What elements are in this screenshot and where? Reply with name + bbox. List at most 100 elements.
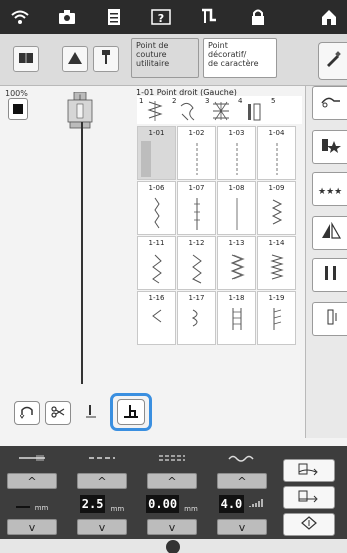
book-icon — [18, 50, 34, 69]
stitch-header-row: 1 2 3 4 5 — [137, 96, 302, 124]
category-bar: Point de couture utilitaire Point décora… — [0, 34, 347, 86]
tension-value: 0.00 mm — [146, 495, 198, 513]
width-setting: ^ mm v — [0, 446, 64, 539]
length-down-button[interactable]: v — [77, 519, 127, 535]
svg-text:?: ? — [158, 12, 164, 25]
needle-button[interactable] — [93, 46, 119, 72]
scissors-icon — [51, 405, 65, 422]
stitch-cell-1-13[interactable]: 1-13 — [217, 236, 256, 290]
thread-tension-icon — [210, 450, 274, 466]
reverse-icon — [19, 405, 34, 422]
width-value: mm — [0, 493, 64, 515]
width-up-button[interactable]: ^ — [7, 473, 57, 489]
dual-feed-icon — [296, 488, 322, 507]
reverse-button[interactable] — [14, 401, 40, 425]
zoom-level: 100% — [5, 89, 28, 98]
mirror-button[interactable] — [312, 216, 347, 250]
triangle-button[interactable] — [62, 46, 88, 72]
stars-icon: ★★★ — [318, 180, 344, 199]
home-circle-button[interactable] — [166, 540, 180, 553]
header-stitch-5[interactable]: 5 — [269, 96, 302, 124]
stitch-cell-1-09[interactable]: 1-09 — [257, 181, 296, 235]
stitch-preview-line — [81, 122, 83, 384]
stitch-cell-1-03[interactable]: 1-03 — [217, 126, 256, 180]
foot-pressure-button[interactable] — [283, 459, 335, 482]
stitch-cell-1-16[interactable]: 1-16 — [137, 291, 176, 345]
stars-button[interactable]: ★★★ — [312, 172, 347, 206]
stitch-cell-1-18[interactable]: 1-18 — [217, 291, 256, 345]
tension-down-button[interactable]: v — [147, 519, 197, 535]
needle-position-icon — [84, 404, 98, 423]
edit-button[interactable] — [318, 42, 347, 80]
tension-up-button[interactable]: ^ — [147, 473, 197, 489]
stitch-cell-1-02[interactable]: 1-02 — [177, 126, 216, 180]
stop-button[interactable] — [8, 98, 28, 120]
thread-tension-down-button[interactable]: v — [217, 519, 267, 535]
header-stitch-3[interactable]: 3 — [203, 96, 236, 124]
stitch-settings-panel: ^ mm v ^ 2.5 mm v ^ 0.00 mm v ^ 4.0 v — [0, 446, 347, 539]
svg-text:★★★: ★★★ — [318, 187, 342, 195]
favorite-button[interactable] — [312, 130, 347, 164]
header-stitch-2[interactable]: 2 — [170, 96, 203, 124]
favorite-icon — [320, 137, 342, 157]
highlight-ring — [110, 393, 152, 431]
reset-icon — [301, 515, 317, 534]
home-icon[interactable] — [318, 7, 340, 27]
tension-level-icon — [249, 493, 265, 512]
thread-icon[interactable] — [198, 7, 220, 27]
presser-foot-icon: J — [62, 91, 98, 132]
width-icon — [0, 450, 64, 466]
tab-utility-stitch[interactable]: Point de couture utilitaire — [131, 38, 199, 78]
needle-position-button[interactable] — [80, 401, 102, 425]
dual-feed-button[interactable] — [283, 486, 335, 509]
thread-cut-icon — [320, 93, 342, 113]
thread-tension-setting: ^ 4.0 v — [210, 446, 274, 539]
length-setting: ^ 2.5 mm v — [70, 446, 134, 539]
document-icon[interactable] — [103, 7, 125, 27]
tension-icon — [140, 450, 204, 466]
book-button[interactable] — [13, 46, 39, 72]
help-icon[interactable]: ? — [150, 7, 172, 27]
status-bar: ? — [0, 0, 347, 34]
mirror-icon — [320, 221, 342, 244]
stitch-cell-1-08[interactable]: 1-08 — [217, 181, 256, 235]
stitch-cell-1-14[interactable]: 1-14 — [257, 236, 296, 290]
width-down-button[interactable]: v — [7, 519, 57, 535]
sewing-machine-screen: ? Point de couture utilitaire Point déco… — [0, 0, 347, 553]
needle-icon — [98, 49, 114, 69]
triangle-icon — [67, 50, 83, 69]
elongation-button[interactable] — [312, 302, 347, 336]
stitch-cell-1-11[interactable]: 1-11 — [137, 236, 176, 290]
stitch-cell-1-04[interactable]: 1-04 — [257, 126, 296, 180]
right-side-panel: ★★★ — [305, 86, 347, 438]
length-value: 2.5 mm — [79, 495, 125, 513]
edit-icon — [324, 50, 342, 72]
length-up-button[interactable]: ^ — [77, 473, 127, 489]
twin-needle-button[interactable] — [312, 258, 347, 292]
stop-icon — [13, 104, 23, 114]
lock-icon[interactable] — [247, 7, 269, 27]
stitch-cell-1-17[interactable]: 1-17 — [177, 291, 216, 345]
elongation-icon — [320, 308, 342, 330]
stitch-cell-1-01[interactable]: 1-01 — [137, 126, 176, 180]
stitch-cell-1-12[interactable]: 1-12 — [177, 236, 216, 290]
thread-cut-button[interactable] — [312, 86, 347, 120]
wifi-icon[interactable] — [9, 7, 31, 27]
scissors-button[interactable] — [45, 401, 71, 425]
tab-decorative-stitch[interactable]: Point décoratif/ de caractère — [203, 38, 277, 78]
stitch-cell-1-07[interactable]: 1-07 — [177, 181, 216, 235]
tab-decorative-label: Point décoratif/ de caractère — [208, 41, 259, 68]
header-stitch-1[interactable]: 1 — [137, 96, 170, 124]
length-icon — [70, 450, 134, 466]
tab-utility-label: Point de couture utilitaire — [136, 41, 170, 68]
stitch-cell-1-19[interactable]: 1-19 — [257, 291, 296, 345]
tension-setting: ^ 0.00 mm v — [140, 446, 204, 539]
header-stitch-4[interactable]: 4 — [236, 96, 269, 124]
reset-button[interactable] — [283, 513, 335, 536]
stitch-cell-1-06[interactable]: 1-06 — [137, 181, 176, 235]
foot-pressure-icon — [296, 461, 322, 480]
thread-tension-up-button[interactable]: ^ — [217, 473, 267, 489]
stitch-grid: 1-01 1-02 1-03 1-04 1-06 1-07 1-08 1-09 — [137, 126, 302, 394]
camera-icon[interactable] — [56, 7, 78, 27]
thread-tension-value: 4.0 — [210, 493, 274, 515]
